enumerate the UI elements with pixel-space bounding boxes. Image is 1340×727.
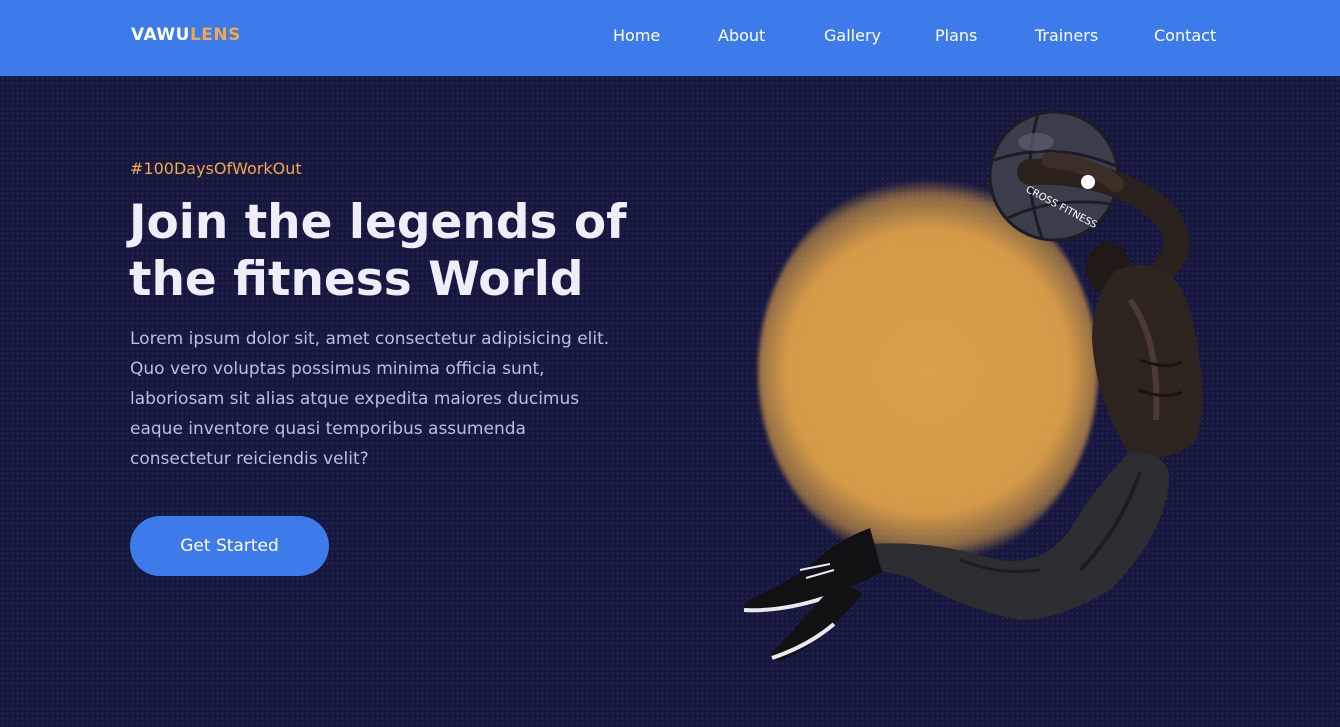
- hero-description: Lorem ipsum dolor sit, amet consectetur …: [130, 329, 610, 469]
- athlete-illustration: CROSS FITNESS: [743, 110, 1203, 661]
- hero-headline: Join the legends of the fitness World: [129, 194, 689, 308]
- nav-link-trainers[interactable]: Trainers: [1035, 26, 1098, 45]
- headline-line-2: the fitness World: [129, 252, 584, 307]
- hero-tagline: #100DaysOfWorkOut: [130, 159, 302, 178]
- nav-link-plans[interactable]: Plans: [935, 26, 977, 45]
- brand-name-primary: VAWU: [131, 25, 190, 45]
- get-started-button[interactable]: Get Started: [130, 516, 329, 576]
- headline-line-1: Join the legends of: [129, 195, 627, 250]
- brand-logo[interactable]: VAWULENS: [131, 25, 241, 45]
- top-navbar: VAWULENS Home About Gallery Plans Traine…: [0, 0, 1340, 76]
- brand-name-accent: LENS: [189, 25, 241, 45]
- sneaker-icon: [743, 528, 882, 613]
- nav-link-gallery[interactable]: Gallery: [824, 26, 881, 45]
- nav-link-home[interactable]: Home: [613, 26, 660, 45]
- nav-link-contact[interactable]: Contact: [1154, 26, 1216, 45]
- nav-link-about[interactable]: About: [718, 26, 765, 45]
